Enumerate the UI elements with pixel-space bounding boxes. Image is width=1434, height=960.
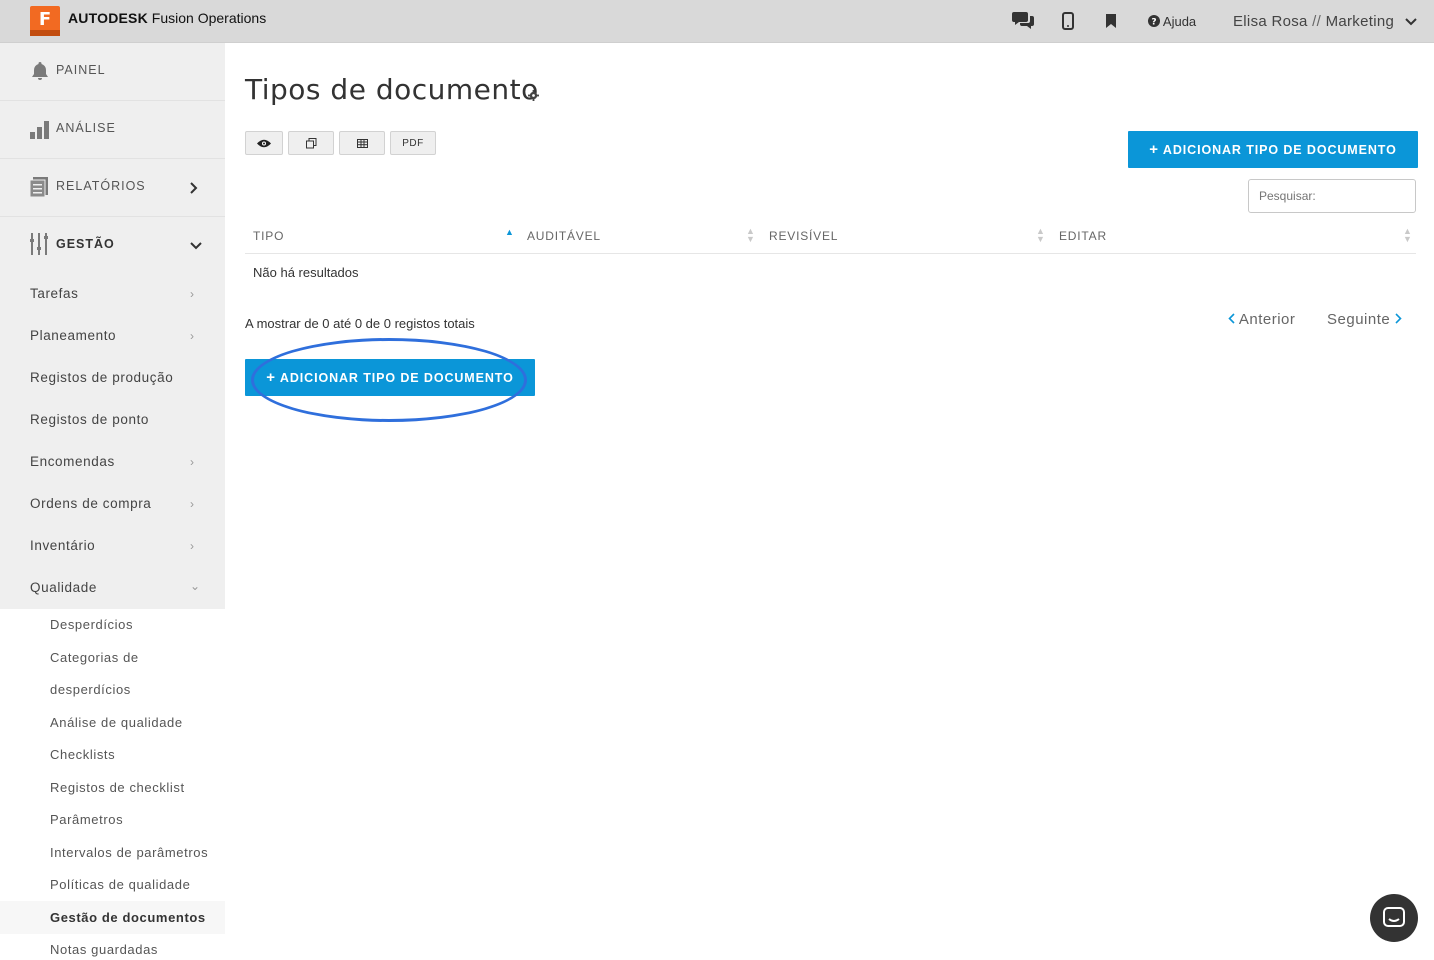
plus-icon: + bbox=[1149, 141, 1159, 158]
pager-next-label: Seguinte bbox=[1327, 311, 1391, 328]
add-document-type-button[interactable]: + ADICIONAR TIPO DE DOCUMENTO bbox=[245, 359, 535, 396]
chevron-right-icon: › bbox=[190, 539, 194, 553]
sidebar-section-label: RELATÓRIOS bbox=[56, 179, 146, 193]
main-content: Tipos de documento PDF + ADICIONAR TIPO … bbox=[225, 43, 1434, 960]
search-input[interactable] bbox=[1248, 179, 1416, 213]
sidebar-leaf-desperdicios[interactable]: Desperdícios bbox=[50, 617, 133, 632]
copy-button[interactable] bbox=[288, 131, 334, 155]
sidebar-item-qualidade[interactable]: Qualidade bbox=[30, 580, 97, 595]
support-chat-button[interactable] bbox=[1370, 894, 1418, 942]
mobile-icon[interactable] bbox=[1062, 12, 1074, 30]
chat-icon[interactable] bbox=[1012, 10, 1036, 30]
sort-asc-icon[interactable]: ▲ bbox=[505, 227, 514, 237]
sidebar-item-tarefas[interactable]: Tarefas bbox=[30, 286, 78, 301]
pdf-button[interactable]: PDF bbox=[390, 131, 436, 155]
user-department: Marketing bbox=[1325, 13, 1395, 30]
user-separator: // bbox=[1312, 13, 1322, 30]
column-header-auditavel[interactable]: AUDITÁVEL bbox=[527, 229, 601, 243]
table-icon bbox=[356, 138, 368, 148]
sidebar-leaf-registos-checklist[interactable]: Registos de checklist bbox=[50, 780, 185, 795]
help-label: Ajuda bbox=[1162, 14, 1197, 29]
svg-text:?: ? bbox=[1151, 18, 1156, 28]
column-header-editar[interactable]: EDITAR bbox=[1059, 229, 1107, 243]
view-button[interactable] bbox=[245, 131, 283, 155]
top-bar: F AUTODESK Fusion Operations ? Ajuda Eli… bbox=[0, 0, 1434, 43]
sidebar-item-registos-ponto[interactable]: Registos de ponto bbox=[30, 412, 149, 427]
pager-prev-label: Anterior bbox=[1238, 311, 1296, 328]
sidebar-item-registos-producao[interactable]: Registos de produção bbox=[30, 370, 173, 385]
chevron-right-icon: › bbox=[190, 497, 194, 511]
gear-icon[interactable] bbox=[528, 90, 539, 101]
sidebar-leaf-analise-qualidade[interactable]: Análise de qualidade bbox=[50, 715, 183, 730]
plus-icon: + bbox=[266, 369, 276, 386]
sidebar-section-label: PAINEL bbox=[56, 63, 106, 77]
brand-bold: AUTODESK bbox=[68, 10, 148, 26]
chevron-left-icon bbox=[1228, 313, 1235, 324]
add-button-label: ADICIONAR TIPO DE DOCUMENTO bbox=[279, 370, 514, 385]
logo-letter: F bbox=[38, 9, 52, 30]
sort-both-icon[interactable]: ▲ ▼ bbox=[746, 227, 755, 244]
table-header-divider bbox=[245, 253, 1416, 254]
sidebar-leaf-intervalos-parametros[interactable]: Intervalos de parâmetros bbox=[50, 845, 208, 860]
sidebar: PAINEL ANÁLISE RELATÓRIOS GESTÃO Tarefas… bbox=[0, 43, 225, 960]
copy-icon bbox=[305, 137, 316, 148]
chevron-right-icon bbox=[190, 182, 198, 194]
page-title: Tipos de documento bbox=[245, 73, 539, 106]
sidebar-item-planeamento[interactable]: Planeamento bbox=[30, 328, 116, 343]
sidebar-item-inventario[interactable]: Inventário bbox=[30, 538, 95, 553]
question-circle-icon: ? bbox=[1148, 15, 1160, 28]
chevron-right-icon: › bbox=[190, 329, 194, 343]
bell-icon bbox=[32, 62, 48, 80]
report-icon bbox=[30, 177, 48, 197]
eye-icon bbox=[257, 139, 271, 147]
sidebar-leaf-parametros[interactable]: Parâmetros bbox=[50, 812, 123, 827]
sidebar-section-label: ANÁLISE bbox=[56, 121, 116, 135]
chevron-down-icon: ⌄ bbox=[190, 579, 201, 593]
sidebar-section-painel[interactable]: PAINEL bbox=[0, 43, 225, 101]
sidebar-item-encomendas[interactable]: Encomendas bbox=[30, 454, 115, 469]
chevron-right-icon bbox=[1395, 313, 1402, 324]
user-menu[interactable]: Elisa Rosa // Marketing bbox=[1233, 13, 1417, 30]
column-header-revisivel[interactable]: REVISÍVEL bbox=[769, 229, 838, 243]
sidebar-leaf-checklists[interactable]: Checklists bbox=[50, 747, 115, 762]
brand-rest: Fusion Operations bbox=[151, 10, 267, 26]
sliders-icon bbox=[30, 233, 48, 255]
sidebar-item-ordens-compra[interactable]: Ordens de compra bbox=[30, 496, 151, 511]
chevron-right-icon: › bbox=[190, 455, 194, 469]
user-name: Elisa Rosa bbox=[1233, 13, 1308, 30]
brand-name[interactable]: AUTODESK Fusion Operations bbox=[68, 10, 266, 26]
chevron-right-icon: › bbox=[190, 287, 194, 301]
autodesk-logo-icon[interactable]: F bbox=[30, 6, 60, 36]
sidebar-leaf-notas-guardadas[interactable]: Notas guardadas bbox=[50, 942, 158, 957]
pager-next[interactable]: Seguinte bbox=[1327, 311, 1402, 328]
sidebar-leaf-politicas-qualidade[interactable]: Políticas de qualidade bbox=[50, 877, 190, 892]
sidebar-section-analise[interactable]: ANÁLISE bbox=[0, 101, 225, 159]
empty-table-message: Não há resultados bbox=[253, 265, 359, 280]
help-link[interactable]: ? Ajuda bbox=[1148, 14, 1196, 29]
excel-button[interactable] bbox=[339, 131, 385, 155]
chat-bubble-icon bbox=[1383, 907, 1405, 927]
table-info: A mostrar de 0 até 0 de 0 registos totai… bbox=[245, 316, 475, 331]
sidebar-leaf-categorias-desperdicios-2[interactable]: desperdícios bbox=[50, 682, 131, 697]
bar-chart-icon bbox=[30, 121, 49, 139]
column-header-tipo[interactable]: TIPO bbox=[253, 229, 284, 243]
sidebar-section-relatorios[interactable]: RELATÓRIOS bbox=[0, 159, 225, 217]
sidebar-leaf-categorias-desperdicios[interactable]: Categorias de bbox=[50, 650, 139, 665]
pager-previous[interactable]: Anterior bbox=[1228, 311, 1295, 328]
sidebar-leaf-gestao-documentos[interactable]: Gestão de documentos bbox=[50, 910, 206, 925]
add-document-type-button-top[interactable]: + ADICIONAR TIPO DE DOCUMENTO bbox=[1128, 131, 1418, 168]
sidebar-section-gestao[interactable]: GESTÃO bbox=[0, 217, 225, 275]
sidebar-section-label: GESTÃO bbox=[56, 237, 115, 251]
chevron-down-icon bbox=[190, 242, 202, 250]
sort-both-icon[interactable]: ▲ ▼ bbox=[1403, 227, 1412, 244]
chevron-down-icon bbox=[1404, 18, 1417, 26]
bookmark-icon[interactable] bbox=[1106, 14, 1116, 28]
sort-both-icon[interactable]: ▲ ▼ bbox=[1036, 227, 1045, 244]
add-button-label: ADICIONAR TIPO DE DOCUMENTO bbox=[1162, 142, 1397, 157]
